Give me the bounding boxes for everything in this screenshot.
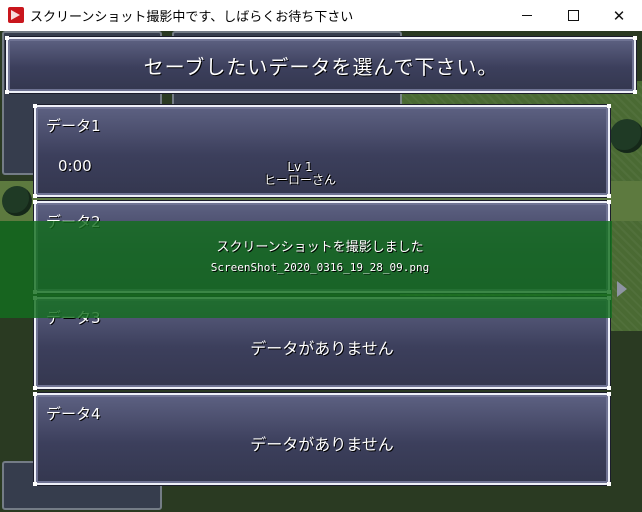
notice-message: スクリーンショットを撮影しました [216,240,424,255]
minimize-icon [522,15,532,16]
app-icon [8,7,24,23]
help-window: セーブしたいデータを選んで下さい。 [5,36,637,94]
play-time: 0:00 [58,157,92,175]
window-titlebar[interactable]: スクリーンショット撮影中です、しばらくお待ち下さい ✕ [0,0,642,31]
minimize-button[interactable] [504,0,550,31]
save-slot-1[interactable]: データ1 0:00 Lv 1 ヒーローさん [33,104,611,198]
slot-label: データ1 [46,117,101,135]
maximize-icon [567,10,579,21]
save-slot-4[interactable]: データ4 データがありません [33,392,611,486]
slot-label: データ4 [46,405,101,423]
character-info: Lv 1 ヒーローさん [264,161,336,187]
character-name: ヒーローさん [264,173,337,187]
screenshot-notice: スクリーンショットを撮影しました ScreenShot_2020_0316_19… [0,221,612,318]
maximize-button[interactable] [550,0,596,31]
background-tree [2,186,32,216]
scroll-arrow-icon [617,281,627,297]
close-button[interactable]: ✕ [596,0,642,31]
game-canvas[interactable]: セーブしたいデータを選んで下さい。 データ1 0:00 Lv 1 ヒーローさん … [0,31,642,512]
empty-slot-text: データがありません [250,435,394,454]
background-tree [610,119,642,153]
empty-slot-text: データがありません [250,339,394,358]
notice-filename: ScreenShot_2020_0316_19_28_09.png [210,261,430,274]
window-title: スクリーンショット撮影中です、しばらくお待ち下さい [30,10,354,25]
close-icon: ✕ [612,6,626,25]
help-text: セーブしたいデータを選んで下さい。 [143,55,499,79]
